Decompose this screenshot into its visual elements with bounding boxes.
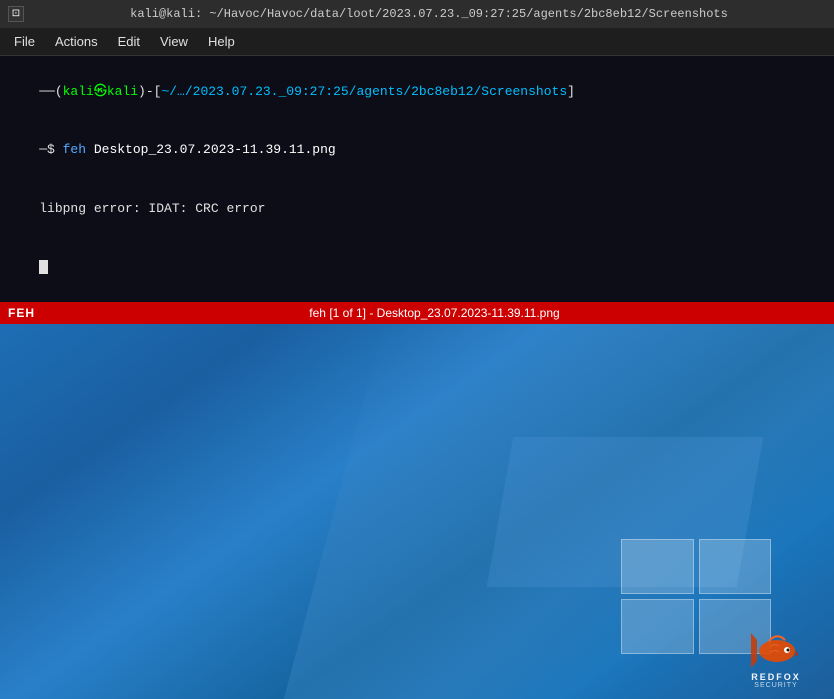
win-sq-tl bbox=[621, 539, 694, 594]
error-text: libpng error: IDAT: CRC error bbox=[39, 201, 265, 216]
terminal-prompt-line: ──(kali㉿kali)-[~/…/2023.07.23._09:27:25/… bbox=[8, 62, 826, 121]
prompt-bracket: ] bbox=[567, 84, 575, 99]
redfox-fish-icon bbox=[749, 630, 804, 672]
prompt-dash: ──( bbox=[39, 84, 62, 99]
menu-help[interactable]: Help bbox=[198, 30, 245, 53]
redfox-subtitle-text: SECURITY bbox=[754, 682, 797, 689]
win-sq-bl bbox=[621, 599, 694, 654]
prompt-host: kali㉿kali bbox=[63, 84, 138, 99]
window-icon: ⊡ bbox=[8, 6, 24, 22]
feh-label: FEH bbox=[8, 306, 35, 320]
cursor bbox=[39, 260, 48, 274]
terminal-cursor-line bbox=[8, 238, 826, 297]
command-file: Desktop_23.07.2023-11.39.11.png bbox=[94, 142, 336, 157]
redfox-area: REDFOX SECURITY bbox=[736, 630, 816, 689]
terminal-error-line: libpng error: IDAT: CRC error bbox=[8, 179, 826, 238]
title-bar: ⊡ kali@kali: ~/Havoc/Havoc/data/loot/202… bbox=[0, 0, 834, 28]
terminal-command-line: ─$ feh Desktop_23.07.2023-11.39.11.png bbox=[8, 121, 826, 180]
prompt-dash2: )-[ bbox=[138, 84, 161, 99]
prompt-path: ~/…/2023.07.23._09:27:25/agents/2bc8eb12… bbox=[161, 84, 567, 99]
desktop-background: REDFOX SECURITY bbox=[0, 324, 834, 699]
image-viewer: REDFOX SECURITY bbox=[0, 324, 834, 699]
title-bar-text: kali@kali: ~/Havoc/Havoc/data/loot/2023.… bbox=[32, 7, 826, 21]
menu-bar: File Actions Edit View Help bbox=[0, 28, 834, 56]
feh-status-bar: FEH feh [1 of 1] - Desktop_23.07.2023-11… bbox=[0, 302, 834, 324]
menu-actions[interactable]: Actions bbox=[45, 30, 108, 53]
terminal-content: ──(kali㉿kali)-[~/…/2023.07.23._09:27:25/… bbox=[0, 56, 834, 302]
win-logo-container: REDFOX SECURITY bbox=[621, 539, 816, 689]
win-sq-tr bbox=[699, 539, 772, 594]
feh-title: feh [1 of 1] - Desktop_23.07.2023-11.39.… bbox=[43, 306, 826, 320]
menu-edit[interactable]: Edit bbox=[108, 30, 150, 53]
menu-file[interactable]: File bbox=[4, 30, 45, 53]
prompt-arrow: ─$ bbox=[39, 142, 62, 157]
command-tool: feh bbox=[63, 142, 94, 157]
redfox-brand-text: REDFOX bbox=[751, 672, 801, 682]
menu-view[interactable]: View bbox=[150, 30, 198, 53]
